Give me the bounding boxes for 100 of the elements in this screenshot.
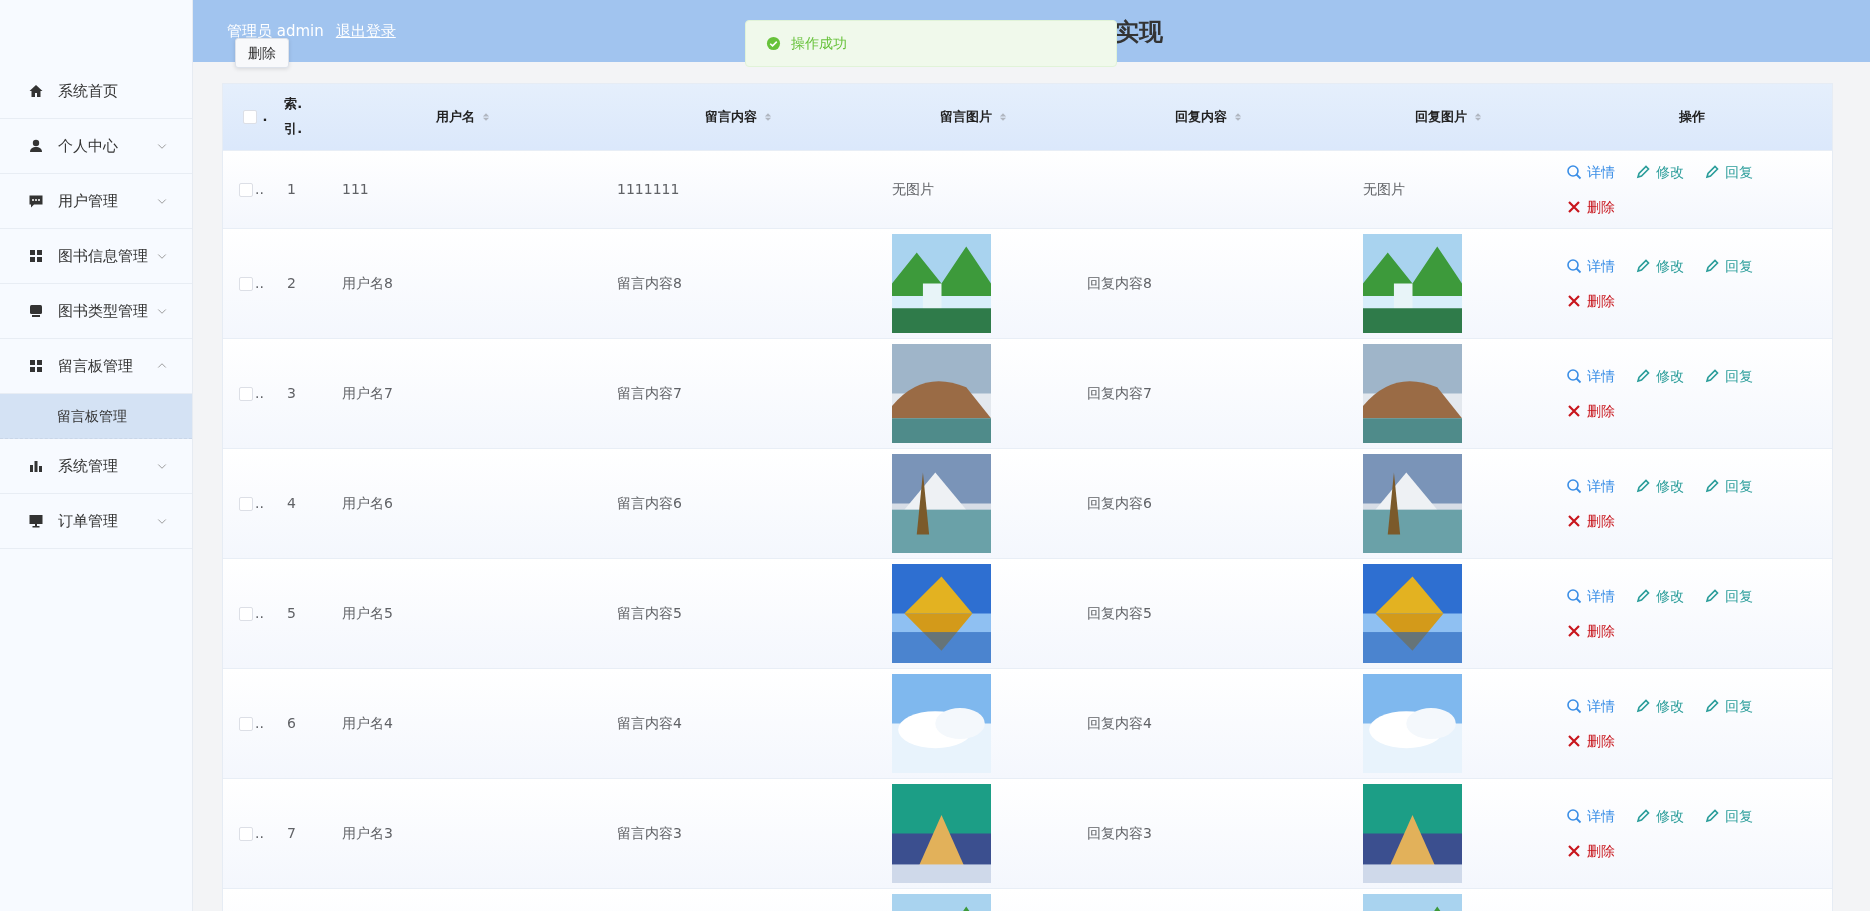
row-checkbox[interactable] [239, 386, 253, 401]
table-cell: 用户名8 [342, 275, 393, 291]
checkbox-label: .. [255, 274, 264, 293]
user-icon [28, 138, 44, 154]
monitor-icon [28, 303, 44, 319]
close-icon [1566, 733, 1582, 749]
table-cell: 6 [287, 715, 296, 731]
grid-icon [28, 248, 44, 264]
table-cell: 1 [287, 181, 296, 197]
column-header[interactable]: 留言内容 [704, 107, 757, 127]
pencil-icon [1635, 588, 1651, 604]
table-cell: 3 [287, 385, 296, 401]
table-cell: 留言内容4 [617, 715, 682, 731]
row-checkbox[interactable] [239, 716, 253, 731]
column-header[interactable]: 回复内容 [1175, 107, 1227, 127]
view-link[interactable]: 详情 [1566, 695, 1615, 717]
pencil-icon [1635, 478, 1651, 494]
pencil-icon [1704, 368, 1720, 384]
reply-link[interactable]: 回复 [1704, 475, 1753, 497]
table-cell: 2 [287, 275, 296, 291]
chat-icon [28, 193, 44, 209]
view-link[interactable]: 详情 [1566, 475, 1615, 497]
table-cell: 回复内容7 [1087, 385, 1152, 401]
search-icon [1566, 164, 1582, 180]
row-checkbox[interactable] [239, 606, 253, 621]
table-cell: 回复内容4 [1087, 715, 1152, 731]
column-header[interactable]: 用户名 [436, 107, 475, 127]
column-header[interactable]: 回复图片 [1415, 107, 1467, 127]
view-link[interactable]: 详情 [1566, 805, 1615, 827]
close-icon [1566, 293, 1582, 309]
sidebar-item[interactable]: 图书信息管理 [0, 229, 192, 284]
column-header[interactable]: 留言图片 [939, 107, 992, 127]
delete-link[interactable]: 删除 [1566, 510, 1615, 532]
delete-link[interactable]: 删除 [1566, 196, 1615, 218]
row-checkbox[interactable] [239, 276, 253, 291]
sidebar-item[interactable]: 图书类型管理 [0, 284, 192, 339]
row-checkbox[interactable] [239, 182, 253, 197]
pencil-icon [1704, 698, 1720, 714]
pencil-icon [1704, 258, 1720, 274]
edit-link[interactable]: 修改 [1635, 475, 1684, 497]
pencil-icon [1635, 368, 1651, 384]
sidebar-item[interactable]: 用户管理 [0, 174, 192, 229]
edit-link[interactable]: 修改 [1635, 805, 1684, 827]
sidebar-item[interactable]: 系统首页 [0, 64, 192, 119]
close-icon [1566, 513, 1582, 529]
delete-button[interactable]: 删除 [235, 38, 289, 68]
checkbox-label: .. [255, 384, 264, 403]
sidebar-item[interactable]: 订单管理 [0, 494, 192, 549]
row-checkbox[interactable] [239, 496, 253, 511]
table-cell: 无图片 [892, 181, 934, 197]
sidebar-item[interactable]: 系统管理 [0, 439, 192, 494]
search-icon [1566, 698, 1582, 714]
view-link[interactable]: 详情 [1566, 585, 1615, 607]
delete-link[interactable]: 删除 [1566, 620, 1615, 642]
checkbox-label: .. [255, 714, 264, 733]
row-checkbox[interactable] [239, 826, 253, 841]
view-link[interactable]: 详情 [1566, 255, 1615, 277]
view-link[interactable]: 详情 [1566, 161, 1615, 183]
delete-link[interactable]: 删除 [1566, 840, 1615, 862]
toast-message: 操作成功 [791, 34, 847, 53]
edit-link[interactable]: 修改 [1635, 161, 1684, 183]
pencil-icon [1704, 478, 1720, 494]
checkbox-label: .. [255, 494, 264, 513]
table-cell: 回复内容5 [1087, 605, 1152, 621]
table-cell: 回复内容3 [1087, 825, 1152, 841]
reply-link[interactable]: 回复 [1704, 161, 1753, 183]
check-circle-icon [766, 36, 781, 51]
reply-link[interactable]: 回复 [1704, 805, 1753, 827]
select-all-checkbox[interactable] [242, 110, 257, 124]
table-cell: 用户名6 [342, 495, 393, 511]
pencil-icon [1635, 698, 1651, 714]
pencil-icon [1635, 808, 1651, 824]
sidebar-subitem[interactable]: 留言板管理 [0, 394, 192, 439]
edit-link[interactable]: 修改 [1635, 365, 1684, 387]
edit-link[interactable]: 修改 [1635, 695, 1684, 717]
close-icon [1566, 623, 1582, 639]
reply-link[interactable]: 回复 [1704, 585, 1753, 607]
delete-link[interactable]: 删除 [1566, 290, 1615, 312]
edit-link[interactable]: 修改 [1635, 585, 1684, 607]
pencil-icon [1635, 258, 1651, 274]
table-cell: 回复内容6 [1087, 495, 1152, 511]
table-cell: 留言内容6 [617, 495, 682, 511]
reply-link[interactable]: 回复 [1704, 255, 1753, 277]
reply-link[interactable]: 回复 [1704, 695, 1753, 717]
edit-link[interactable]: 修改 [1635, 255, 1684, 277]
sidebar-item[interactable]: 个人中心 [0, 119, 192, 174]
delete-link[interactable]: 删除 [1566, 400, 1615, 422]
view-link[interactable]: 详情 [1566, 365, 1615, 387]
reply-link[interactable]: 回复 [1704, 365, 1753, 387]
column-header: 操作 [1678, 108, 1705, 127]
table-cell: 7 [287, 825, 296, 841]
search-icon [1566, 258, 1582, 274]
table-cell: 留言内容5 [617, 605, 682, 621]
table-cell: 111 [342, 181, 369, 197]
table-cell: 4 [287, 495, 296, 511]
table-cell: 留言内容3 [617, 825, 682, 841]
search-icon [1566, 808, 1582, 824]
search-icon [1566, 368, 1582, 384]
table-cell: 无图片 [1363, 181, 1405, 197]
delete-link[interactable]: 删除 [1566, 730, 1615, 752]
